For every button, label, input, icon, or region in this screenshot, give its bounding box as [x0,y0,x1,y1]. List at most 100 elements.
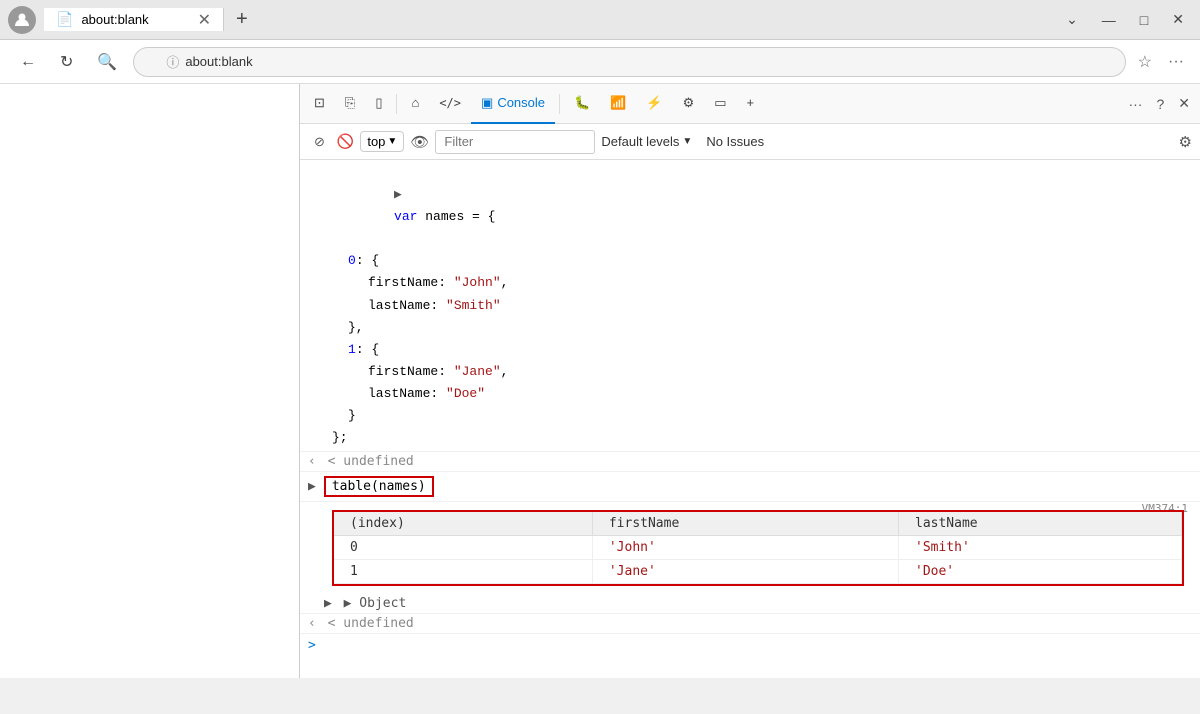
devtools-tab-memory[interactable]: ⚙ [673,84,705,124]
title-bar: 📄 about:blank ✕ + ⌄ — □ ✕ [0,0,1200,40]
table-header-row: (index) firstName lastName [334,512,1182,536]
table-output-container: VM374:1 (index) firstName lastName [300,502,1200,594]
elements-icon: </> [439,96,461,110]
default-levels-label: Default levels [601,134,679,149]
devtools-more-button[interactable]: ··· [1122,92,1148,116]
console-settings-icon[interactable]: ⚙ [1179,133,1192,151]
tab-title: about:blank [81,12,189,27]
result-arrow-icon: ‹ [308,454,316,469]
row-1-firstname: 'Jane' [592,560,898,584]
sidebar-icon: ▯ [375,95,382,111]
undefined-text-2: < undefined [328,616,414,631]
title-bar-left [8,6,36,34]
devtools-tab-device[interactable]: ⎘ [335,84,365,124]
console-toolbar: ⊘ 🚫 top ▼ 👁 Default levels ▼ No Issues ⚙ [300,124,1200,160]
clear-console-button[interactable]: ⊘ [308,132,331,152]
select-icon: ⊡ [314,95,325,111]
device-icon: ⎘ [345,95,355,111]
devtools-panel: ⊡ ⎘ ▯ ⌂ </> ▣ Console 🐛 [300,84,1200,678]
browser-content-pane [0,84,300,678]
row-0-firstname: 'John' [592,536,898,560]
devtools-extra-icons: ··· ? ✕ [1122,91,1196,116]
tab-close-button[interactable]: ✕ [198,10,211,30]
expand-arrow-icon[interactable]: ▶ [394,187,402,202]
console-icon: ▣ [481,95,493,111]
context-selector[interactable]: top ▼ [360,131,404,152]
undefined-result-1: ‹ < undefined [300,452,1200,472]
row-0-lastname: 'Smith' [899,536,1182,560]
address-info-icon: ⓘ [166,52,179,71]
devtools-tab-more-tools[interactable]: + [737,84,765,124]
table-command: table(names) [324,476,434,497]
more-button[interactable]: ··· [1164,49,1188,75]
devtools-close-button[interactable]: ✕ [1172,91,1196,116]
minimize-button[interactable]: — [1094,8,1124,32]
browser-tab[interactable]: 📄 about:blank ✕ [44,8,224,31]
clear-icon: ⊘ [314,134,325,150]
eye-icon[interactable]: 👁 [410,133,429,151]
names-table: (index) firstName lastName 0 'John' 'Smi… [334,512,1182,584]
toolbar-separator-1 [396,94,397,114]
title-bar-right: ⌄ — □ ✕ [1058,7,1192,32]
undefined-text-1: < undefined [328,454,414,469]
user-avatar [8,6,36,34]
row-1-index: 1 [334,560,592,584]
network-icon: 📶 [610,95,626,111]
main-area: ⊡ ⎘ ▯ ⌂ </> ▣ Console 🐛 [0,84,1200,678]
block-icon: 🚫 [337,133,354,150]
devtools-tab-storage[interactable]: ▭ [704,84,736,124]
table-cmd-entry: ▶ table(names) [300,472,1200,502]
devtools-toolbar: ⊡ ⎘ ▯ ⌂ </> ▣ Console 🐛 [300,84,1200,124]
back-button[interactable]: ← [12,49,44,75]
object-result[interactable]: ▶ ▶ Object [300,594,1200,614]
bug-icon: 🐛 [574,95,590,111]
undefined-result-2: ‹ < undefined [300,614,1200,634]
object-expand-icon: ▶ [324,596,332,611]
tab-page-icon: 📄 [56,11,73,28]
chevron-down-icon[interactable]: ⌄ [1058,7,1086,32]
cmd-expand-icon[interactable]: ▶ [308,479,316,494]
result-arrow-icon-2: ‹ [308,616,316,631]
var-declaration-entry: ▶ var names = { 0: { firstName: "John", … [300,160,1200,452]
performance-icon: ⚡ [646,95,662,111]
search-button[interactable]: 🔍 [89,48,125,76]
favorite-icon[interactable]: ☆ [1134,48,1156,76]
address-bar[interactable]: ⓘ about:blank [133,47,1125,77]
filter-input[interactable] [435,130,595,154]
row-1-lastname: 'Doe' [899,560,1182,584]
col-index-header: (index) [334,512,592,536]
col-firstname-header: firstName [592,512,898,536]
console-prompt[interactable]: > [300,634,1200,657]
no-issues-label: No Issues [706,134,764,149]
devtools-tab-select[interactable]: ⊡ [304,84,335,124]
prompt-icon: > [308,638,316,653]
address-text: about:blank [185,54,252,69]
devtools-tab-home[interactable]: ⌂ [401,84,429,124]
console-output: ▶ var names = { 0: { firstName: "John", … [300,160,1200,678]
close-button[interactable]: ✕ [1164,7,1192,32]
data-table-wrapper: (index) firstName lastName 0 'John' 'Smi… [332,510,1184,586]
home-icon: ⌂ [411,95,419,110]
devtools-tab-sidebar[interactable]: ▯ [365,84,392,124]
devtools-tab-elements[interactable]: </> [429,84,471,124]
row-0-index: 0 [334,536,592,560]
devtools-help-button[interactable]: ? [1150,92,1170,116]
nav-right: ☆ ··· [1134,48,1188,76]
object-label: ▶ Object [344,596,407,611]
refresh-button[interactable]: ↻ [52,48,81,76]
table-row: 1 'Jane' 'Doe' [334,560,1182,584]
toolbar-separator-2 [559,94,560,114]
log-levels-selector[interactable]: Default levels ▼ [601,134,692,149]
storage-icon: ▭ [714,95,726,111]
console-tab-label: Console [497,95,545,110]
col-lastname-header: lastName [899,512,1182,536]
dropdown-arrow-icon: ▼ [387,136,397,147]
maximize-button[interactable]: □ [1132,8,1156,32]
devtools-tab-performance[interactable]: ⚡ [636,84,672,124]
devtools-tab-debug[interactable]: 🐛 [564,84,600,124]
new-tab-button[interactable]: + [224,8,260,31]
devtools-tab-network[interactable]: 📶 [600,84,636,124]
devtools-tab-console[interactable]: ▣ Console [471,84,555,124]
context-label: top [367,134,385,149]
levels-arrow-icon: ▼ [682,136,692,147]
